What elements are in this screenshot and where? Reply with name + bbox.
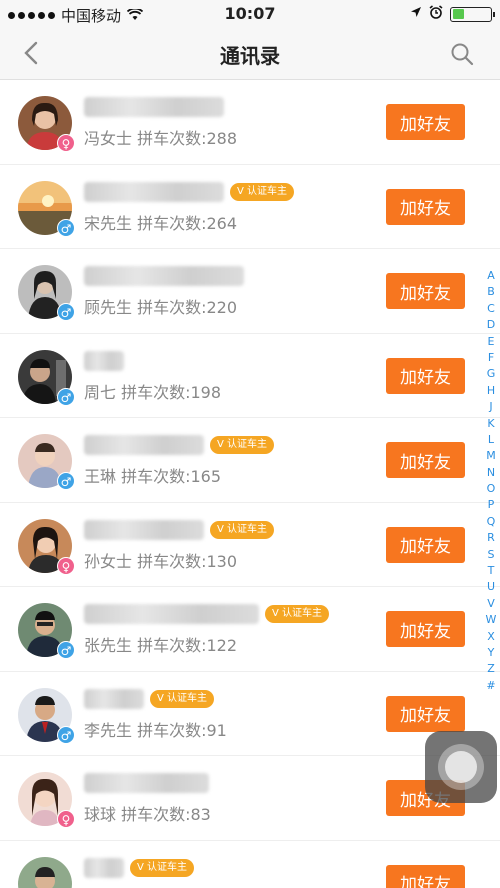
contact-row[interactable]: ♂ V 认证车主 王琳 拼车次数:165 加好友	[0, 418, 500, 503]
male-gender-icon: ♂	[57, 725, 75, 744]
nickname-blurred	[84, 265, 244, 287]
index-letter[interactable]: K	[487, 416, 494, 432]
search-button[interactable]	[450, 42, 474, 66]
index-letter[interactable]: F	[488, 350, 494, 366]
index-letter[interactable]: V	[487, 596, 495, 612]
nickname-blurred	[84, 772, 209, 794]
contact-subtitle: 冯女士 拼车次数:288	[84, 129, 238, 148]
navigation-bar: 通讯录	[0, 28, 500, 80]
contact-subtitle: 顾先生 拼车次数:220	[84, 298, 238, 317]
add-friend-button[interactable]: 加好友	[386, 611, 465, 647]
contact-subtitle: 李先生 拼车次数:91	[84, 720, 227, 740]
status-bar: 中国移动 10:07	[0, 0, 500, 28]
status-right	[410, 5, 495, 23]
nickname-blurred: V 认证车主	[84, 434, 275, 456]
index-letter[interactable]: X	[487, 629, 495, 645]
verified-owner-badge: V 认证车主	[130, 858, 195, 877]
index-letter[interactable]: O	[487, 481, 496, 497]
index-letter[interactable]: N	[487, 465, 495, 481]
nickname-blurred: V 认证车主	[84, 688, 215, 710]
contact-row[interactable]: ♂ 周七 拼车次数:198 加好友	[0, 334, 500, 418]
contact-subtitle: 孙女士 拼车次数:130	[84, 551, 238, 571]
index-letter[interactable]: G	[487, 366, 496, 382]
male-gender-icon: ♂	[57, 218, 75, 237]
male-gender-icon: ♂	[57, 472, 75, 490]
contact-row[interactable]: ♂ V 认证车主 加好友	[0, 841, 500, 888]
assistive-touch-button[interactable]	[425, 731, 497, 803]
verified-owner-badge: V 认证车主	[265, 605, 330, 623]
contact-row[interactable]: ♀ 冯女士 拼车次数:288 加好友	[0, 80, 500, 165]
female-gender-icon: ♀	[57, 810, 75, 828]
index-letter[interactable]: H	[487, 383, 495, 399]
location-arrow-icon	[410, 6, 422, 22]
index-letter[interactable]: S	[488, 547, 495, 563]
contact-row[interactable]: ♂ V 认证车主 宋先生 拼车次数:264 加好友	[0, 165, 500, 249]
male-gender-icon: ♂	[57, 641, 75, 659]
index-letter[interactable]: M	[486, 448, 496, 464]
index-letter[interactable]: A	[487, 268, 495, 284]
add-friend-button[interactable]: 加好友	[386, 442, 465, 478]
index-letter[interactable]: #	[486, 678, 495, 694]
index-letter[interactable]: B	[487, 284, 495, 300]
nickname-blurred: V 认证车主	[84, 603, 330, 625]
alarm-clock-icon	[429, 5, 443, 23]
contact-subtitle: 张先生 拼车次数:122	[84, 636, 238, 655]
male-gender-icon: ♂	[57, 303, 75, 321]
nickname-blurred	[84, 350, 124, 372]
verified-owner-badge: V 认证车主	[210, 520, 275, 539]
index-letter[interactable]: U	[487, 579, 495, 595]
nickname-blurred: V 认证车主	[84, 181, 295, 203]
contact-subtitle: 球球 拼车次数:83	[84, 805, 211, 824]
assistive-touch-core-icon	[445, 751, 477, 783]
nickname-blurred: V 认证车主	[84, 857, 195, 879]
page-title: 通讯录	[220, 44, 280, 68]
add-friend-button[interactable]: 加好友	[386, 357, 465, 394]
index-letter[interactable]: T	[488, 563, 495, 579]
verified-owner-badge: V 认证车主	[210, 436, 275, 454]
add-friend-button[interactable]: 加好友	[386, 695, 465, 732]
add-friend-button[interactable]: 加好友	[386, 526, 465, 563]
index-letter[interactable]: D	[487, 317, 495, 333]
battery-icon	[450, 6, 495, 22]
index-letter[interactable]: E	[488, 334, 495, 350]
index-letter[interactable]: L	[488, 432, 494, 448]
search-icon	[451, 43, 474, 66]
female-gender-icon: ♀	[57, 556, 75, 575]
contact-row[interactable]: ♂ V 认证车主 张先生 拼车次数:122 加好友	[0, 587, 500, 672]
contact-row[interactable]: ♂ 顾先生 拼车次数:220 加好友	[0, 249, 500, 334]
index-letter[interactable]: W	[486, 612, 497, 628]
contact-subtitle: 宋先生 拼车次数:264	[84, 213, 238, 233]
index-letter[interactable]: P	[488, 497, 495, 513]
verified-owner-badge: V 认证车主	[230, 182, 295, 201]
contact-subtitle: 周七 拼车次数:198	[84, 382, 222, 402]
index-letter[interactable]: R	[487, 530, 495, 546]
alphabet-index-bar[interactable]: A B C D E F G H J K L M N O P Q R S T U …	[483, 268, 499, 694]
index-letter[interactable]: Q	[487, 514, 496, 530]
add-friend-button[interactable]: 加好友	[386, 864, 465, 888]
contact-row[interactable]: ♀ V 认证车主 孙女士 拼车次数:130 加好友	[0, 503, 500, 587]
add-friend-button[interactable]: 加好友	[386, 273, 465, 309]
nickname-blurred: V 认证车主	[84, 519, 275, 541]
add-friend-button[interactable]: 加好友	[386, 104, 465, 140]
male-gender-icon: ♂	[57, 387, 75, 406]
contact-subtitle: 王琳 拼车次数:165	[84, 467, 222, 486]
avatar	[18, 856, 72, 888]
add-friend-button[interactable]: 加好友	[386, 188, 465, 225]
index-letter[interactable]: Y	[488, 645, 495, 661]
verified-owner-badge: V 认证车主	[150, 689, 215, 708]
index-letter[interactable]: C	[487, 301, 495, 317]
nickname-blurred	[84, 96, 224, 118]
index-letter[interactable]: Z	[487, 661, 495, 677]
index-letter[interactable]: J	[489, 399, 492, 415]
female-gender-icon: ♀	[57, 134, 75, 152]
